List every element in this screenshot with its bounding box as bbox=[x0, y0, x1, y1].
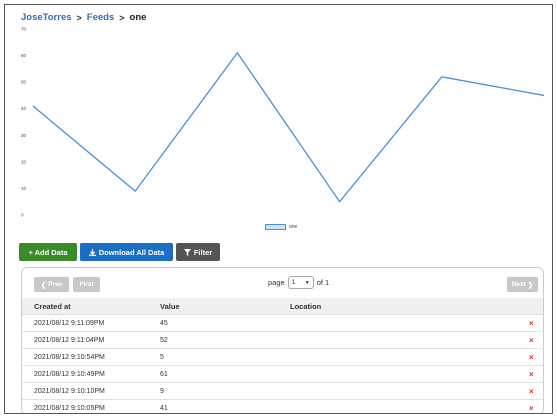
feed-chart: 0 10 20 30 40 50 60 70 bbox=[5, 23, 552, 221]
breadcrumb: JoseTorres > Feeds > one bbox=[21, 12, 146, 23]
table-row: 2021/08/12 9:11:04PM 52 × bbox=[22, 332, 543, 349]
download-icon bbox=[88, 248, 96, 256]
header-value[interactable]: Value bbox=[160, 298, 180, 314]
cell-created-at: 2021/08/12 9:10:10PM bbox=[34, 387, 105, 395]
action-toolbar: + Add Data Download All Data Filter bbox=[19, 243, 220, 261]
table-row: 2021/08/12 9:11:09PM 45 × bbox=[22, 315, 543, 332]
table-header: Created at Value Location bbox=[22, 298, 543, 315]
cell-value: 41 bbox=[160, 404, 168, 412]
delete-row-icon[interactable]: × bbox=[529, 383, 534, 399]
breadcrumb-feeds-link[interactable]: Feeds bbox=[87, 12, 114, 23]
delete-row-icon[interactable]: × bbox=[529, 349, 534, 365]
breadcrumb-user-link[interactable]: JoseTorres bbox=[21, 12, 72, 23]
table-row: 2021/08/12 9:10:10PM 9 × bbox=[22, 383, 543, 400]
page-label: page bbox=[268, 278, 285, 287]
y-tick-label: 60 bbox=[21, 53, 27, 58]
y-tick-label: 10 bbox=[21, 186, 27, 191]
first-label: First bbox=[79, 281, 94, 288]
app-frame: JoseTorres > Feeds > one 0 10 20 30 40 50 60 70… bbox=[4, 4, 553, 414]
cell-value: 52 bbox=[160, 336, 168, 344]
delete-row-icon[interactable]: × bbox=[529, 315, 534, 331]
data-point[interactable] bbox=[236, 51, 239, 54]
next-label: Next bbox=[511, 281, 526, 288]
cell-value: 61 bbox=[160, 370, 168, 378]
add-data-button[interactable]: + Add Data bbox=[19, 243, 77, 261]
page-total: of 1 bbox=[316, 278, 330, 287]
data-point[interactable] bbox=[440, 75, 443, 78]
chart-legend[interactable]: one bbox=[265, 224, 297, 230]
header-location[interactable]: Location bbox=[290, 298, 321, 314]
cell-value: 9 bbox=[160, 387, 164, 395]
download-all-data-label: Download All Data bbox=[98, 247, 165, 257]
table-row: 2021/08/12 9:10:05PM 41 × bbox=[22, 400, 543, 413]
cell-created-at: 2021/08/12 9:10:49PM bbox=[34, 370, 105, 378]
y-tick-label: 40 bbox=[21, 106, 27, 111]
header-created-at[interactable]: Created at bbox=[34, 298, 71, 314]
data-point[interactable] bbox=[338, 200, 341, 203]
y-tick-label: 20 bbox=[21, 159, 27, 164]
table-row: 2021/08/12 9:10:49PM 61 × bbox=[22, 366, 543, 383]
filter-button[interactable]: Filter bbox=[176, 243, 220, 261]
data-point[interactable] bbox=[134, 190, 137, 193]
filter-label: Filter bbox=[193, 247, 213, 257]
delete-row-icon[interactable]: × bbox=[529, 366, 534, 382]
pagination-bar: ❮ Prev First page 1 ▼ of 1 Next ❯ bbox=[22, 268, 543, 298]
next-page-button[interactable]: Next ❯ bbox=[507, 277, 538, 292]
cell-value: 45 bbox=[160, 319, 168, 327]
y-tick-label: 30 bbox=[21, 133, 27, 138]
data-table-panel: ❮ Prev First page 1 ▼ of 1 Next ❯ Create… bbox=[21, 267, 544, 413]
y-tick-label: 0 bbox=[21, 213, 24, 218]
breadcrumb-current: one bbox=[129, 12, 147, 23]
prev-page-button[interactable]: ❮ Prev bbox=[34, 277, 69, 292]
line-chart-svg: 0 10 20 30 40 50 60 70 bbox=[21, 27, 546, 218]
cell-created-at: 2021/08/12 9:10:54PM bbox=[34, 353, 105, 361]
page-control: page 1 ▼ of 1 bbox=[268, 276, 329, 289]
y-tick-label: 50 bbox=[21, 80, 27, 85]
page-select-value: 1 bbox=[291, 279, 296, 286]
first-page-button[interactable]: First bbox=[73, 277, 100, 292]
delete-row-icon[interactable]: × bbox=[529, 332, 534, 348]
series-line bbox=[32, 51, 545, 203]
prev-label: Prev bbox=[48, 281, 63, 288]
breadcrumb-separator: > bbox=[119, 12, 125, 23]
breadcrumb-separator: > bbox=[76, 12, 82, 23]
chevron-left-icon: ❮ bbox=[40, 281, 47, 289]
cell-created-at: 2021/08/12 9:10:05PM bbox=[34, 404, 105, 412]
chevron-down-icon: ▼ bbox=[304, 279, 310, 286]
legend-label: one bbox=[289, 224, 298, 230]
data-point[interactable] bbox=[543, 94, 546, 97]
cell-value: 5 bbox=[160, 353, 164, 361]
download-all-data-button[interactable]: Download All Data bbox=[80, 243, 173, 261]
delete-row-icon[interactable]: × bbox=[529, 400, 534, 413]
legend-swatch bbox=[265, 224, 286, 230]
chevron-right-icon: ❯ bbox=[527, 281, 534, 289]
filter-icon bbox=[183, 248, 191, 256]
cell-created-at: 2021/08/12 9:11:04PM bbox=[34, 336, 105, 344]
table-row: 2021/08/12 9:10:54PM 5 × bbox=[22, 349, 543, 366]
add-data-label: + Add Data bbox=[28, 247, 68, 257]
page-select[interactable]: 1 ▼ bbox=[287, 276, 314, 289]
cell-created-at: 2021/08/12 9:11:09PM bbox=[34, 319, 105, 327]
data-point[interactable] bbox=[32, 105, 35, 108]
y-tick-label: 70 bbox=[21, 27, 27, 32]
